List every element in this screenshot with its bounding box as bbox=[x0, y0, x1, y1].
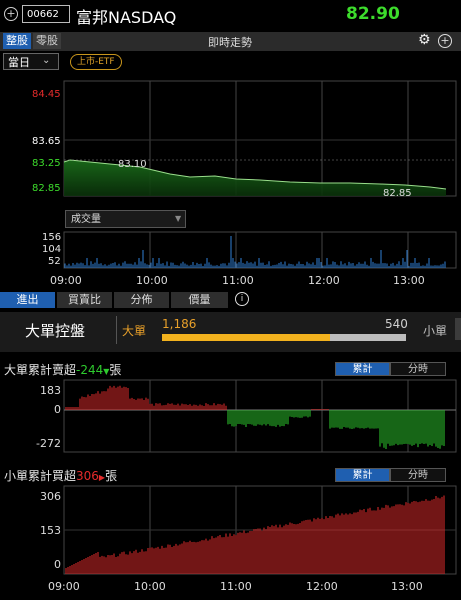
big-order-value: 1,186 bbox=[162, 317, 197, 331]
time-tick: 11:00 bbox=[222, 274, 254, 287]
time-tick: 13:00 bbox=[393, 274, 425, 287]
last-price: 82.90 bbox=[346, 4, 400, 24]
small-y-tick: 153 bbox=[40, 524, 61, 537]
chevron-down-icon: ▼ bbox=[175, 214, 182, 223]
small-panel-value: 306 bbox=[76, 469, 99, 483]
add-watchlist-icon[interactable]: + bbox=[4, 7, 18, 21]
add-icon[interactable]: + bbox=[438, 34, 452, 48]
big-y-tick: 0 bbox=[54, 403, 61, 416]
time-tick: 10:00 bbox=[136, 274, 168, 287]
small-order-chart[interactable] bbox=[0, 484, 461, 576]
stock-name: 富邦NASDAQ bbox=[76, 8, 177, 27]
y-tick-ref: 83.65 bbox=[32, 136, 61, 147]
time-tick: 11:00 bbox=[220, 580, 252, 593]
small-order-label: 小單 bbox=[423, 324, 448, 338]
big-panel-title: 大單累計賣超-244▼張 bbox=[4, 361, 121, 378]
small-panel-label: 小單累計買超 bbox=[4, 469, 77, 483]
indicator-select[interactable]: 成交量 bbox=[65, 210, 186, 228]
tab-price-volume[interactable]: 價量 bbox=[171, 292, 228, 308]
price-chart[interactable] bbox=[0, 76, 461, 202]
vol-tick-mid: 104 bbox=[42, 244, 62, 255]
y-tick-high: 84.45 bbox=[32, 89, 61, 100]
market-type-badge: 上市-ETF bbox=[70, 54, 122, 70]
toggle-cumulative[interactable]: 累計 bbox=[335, 362, 390, 376]
ratio-bar bbox=[162, 334, 406, 341]
big-panel-label: 大單累計賣超 bbox=[4, 363, 77, 377]
low-price-label: 82.85 bbox=[383, 188, 412, 199]
big-panel-unit: 張 bbox=[109, 363, 122, 377]
time-tick: 09:00 bbox=[48, 580, 80, 593]
small-panel-unit: 張 bbox=[105, 469, 118, 483]
small-order-value: 540 bbox=[385, 317, 408, 331]
small-y-tick: 0 bbox=[54, 558, 61, 571]
divider bbox=[116, 316, 117, 344]
vol-tick-high: 156 bbox=[42, 232, 62, 243]
big-order-chart[interactable] bbox=[0, 378, 461, 454]
time-tick: 10:00 bbox=[134, 580, 166, 593]
gear-icon[interactable]: ⚙ bbox=[418, 32, 431, 48]
ratio-bar-fill bbox=[162, 334, 330, 341]
volume-chart[interactable] bbox=[0, 230, 461, 270]
time-tick: 09:00 bbox=[50, 274, 82, 287]
vol-tick-low: 52 bbox=[48, 256, 61, 267]
tab-board-lot[interactable]: 整股 bbox=[3, 33, 31, 49]
high-price-label: 83.10 bbox=[118, 159, 147, 170]
big-order-title: 大單控盤 bbox=[25, 322, 86, 340]
stock-code-input[interactable]: 00662 bbox=[22, 5, 70, 23]
day-select[interactable]: 當日 bbox=[3, 53, 59, 70]
info-icon[interactable]: i bbox=[235, 292, 249, 306]
time-tick: 12:00 bbox=[306, 580, 338, 593]
small-y-tick: 306 bbox=[40, 490, 61, 503]
toggle-cumulative[interactable]: 累計 bbox=[335, 468, 390, 482]
time-tick: 13:00 bbox=[391, 580, 423, 593]
big-y-tick: 183 bbox=[40, 384, 61, 397]
y-tick-low: 82.85 bbox=[32, 183, 61, 194]
big-y-tick: -272 bbox=[36, 437, 61, 450]
y-tick-mid: 83.25 bbox=[32, 158, 61, 169]
toggle-intraday[interactable]: 分時 bbox=[390, 468, 446, 482]
chevron-down-icon: ⌄ bbox=[42, 55, 51, 66]
scrollbar[interactable] bbox=[455, 318, 461, 340]
tab-buy-sell-ratio[interactable]: 買賣比 bbox=[57, 292, 112, 308]
time-tick: 12:00 bbox=[308, 274, 340, 287]
tab-odd-lot[interactable]: 零股 bbox=[33, 33, 61, 49]
tab-distribution[interactable]: 分佈 bbox=[114, 292, 169, 308]
small-panel-title: 小單累計買超306▶張 bbox=[4, 467, 117, 484]
big-order-label: 大單 bbox=[122, 324, 147, 338]
tab-flow[interactable]: 進出 bbox=[0, 292, 55, 308]
toggle-intraday[interactable]: 分時 bbox=[390, 362, 446, 376]
view-title: 即時走勢 bbox=[208, 36, 252, 49]
big-panel-value: -244 bbox=[76, 363, 104, 377]
